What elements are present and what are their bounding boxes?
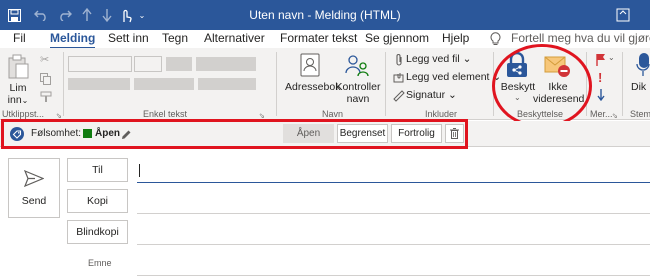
bold-italic-underline-buttons[interactable] xyxy=(68,78,130,90)
paste-label-line2: inn xyxy=(7,94,22,106)
check-names-icon[interactable] xyxy=(344,53,370,82)
group-names-label: Navn xyxy=(322,109,344,119)
high-importance-icon[interactable]: ! xyxy=(598,70,602,85)
dictate-microphone-icon[interactable] xyxy=(636,52,650,83)
attach-item-button[interactable]: Legg ved element ⌄ xyxy=(406,71,501,83)
check-names-button[interactable]: Kontroller navn xyxy=(334,81,382,105)
attach-item-icon xyxy=(393,71,405,89)
ribbon-display-options-icon[interactable] xyxy=(612,6,634,24)
paste-label[interactable]: Lim inn⌄ xyxy=(3,82,33,107)
separator xyxy=(385,52,386,116)
low-importance-icon[interactable] xyxy=(597,88,605,106)
check-names-label-line2: navn xyxy=(346,93,370,105)
font-size-dropdown[interactable] xyxy=(134,56,162,72)
list-buttons[interactable] xyxy=(196,57,256,71)
format-painter-icon[interactable] xyxy=(40,90,52,108)
lightbulb-icon xyxy=(490,31,501,48)
group-clipboard-label: Utklippst... xyxy=(2,109,45,119)
tab-review[interactable]: Se gjennom xyxy=(365,31,429,45)
group-include-label: Inkluder xyxy=(425,109,458,119)
subject-field[interactable] xyxy=(137,252,650,276)
to-field[interactable] xyxy=(137,159,650,183)
send-button[interactable]: Send xyxy=(8,158,60,218)
send-icon xyxy=(23,169,45,192)
flag-dropdown-icon[interactable]: ⌄ xyxy=(608,53,615,62)
dictate-button[interactable]: Dik xyxy=(631,81,646,93)
tell-me-search[interactable]: Fortell meg hva du vil gjøre xyxy=(511,31,650,45)
text-cursor xyxy=(139,164,140,177)
to-button[interactable]: Til xyxy=(67,158,128,182)
tab-insert[interactable]: Sett inn xyxy=(108,31,149,45)
tab-format-text[interactable]: Formater tekst xyxy=(280,31,357,45)
bcc-button[interactable]: Blindkopi xyxy=(67,220,128,244)
font-name-dropdown[interactable] xyxy=(68,56,132,72)
follow-up-flag-icon[interactable] xyxy=(596,53,606,71)
send-label: Send xyxy=(21,195,47,207)
attach-item-label: Legg ved element xyxy=(406,71,490,83)
separator xyxy=(63,52,64,116)
address-book-icon[interactable] xyxy=(300,53,320,82)
tab-message[interactable]: Melding xyxy=(50,31,96,49)
highlight-color-buttons[interactable] xyxy=(134,78,194,90)
protection-highlight-circle xyxy=(492,44,592,128)
cut-icon[interactable]: ✂ xyxy=(40,53,49,66)
attach-file-label: Legg ved fil xyxy=(406,53,460,65)
title-bar: ⌄ Uten navn - Melding (HTML) xyxy=(0,0,650,30)
bcc-field[interactable] xyxy=(137,221,650,245)
subject-label: Emne xyxy=(88,258,112,268)
address-book-button[interactable]: Adressebok xyxy=(285,81,340,93)
group-more-label: Mer... xyxy=(590,109,613,119)
copy-icon[interactable] xyxy=(40,72,52,90)
paste-label-line1: Lim xyxy=(9,82,27,94)
check-names-label-line1: Kontroller xyxy=(335,81,381,93)
tab-options[interactable]: Alternativer xyxy=(204,31,265,45)
cc-button[interactable]: Kopi xyxy=(67,189,128,213)
signature-label: Signatur xyxy=(406,89,446,101)
window-title: Uten navn - Melding (HTML) xyxy=(249,8,401,22)
group-voice-label: Stem xyxy=(630,109,650,119)
separator xyxy=(622,52,623,116)
signature-icon xyxy=(393,89,405,107)
signature-button[interactable]: Signatur ⌄ xyxy=(406,89,457,101)
paste-icon[interactable] xyxy=(7,54,29,85)
attach-file-button[interactable]: Legg ved fil ⌄ xyxy=(406,53,471,65)
more-launcher-icon[interactable]: ⬂ xyxy=(612,112,618,120)
paperclip-icon xyxy=(394,53,404,69)
tab-file[interactable]: Fil xyxy=(13,31,26,45)
align-buttons[interactable] xyxy=(198,78,256,90)
separator xyxy=(276,52,277,116)
group-basic-text-label: Enkel tekst xyxy=(143,109,188,119)
tab-draw[interactable]: Tegn xyxy=(162,31,188,45)
tab-help[interactable]: Hjelp xyxy=(442,31,469,45)
cc-field[interactable] xyxy=(137,190,650,214)
grow-font-button[interactable] xyxy=(166,57,192,71)
sensitivity-highlight-box xyxy=(1,119,468,149)
